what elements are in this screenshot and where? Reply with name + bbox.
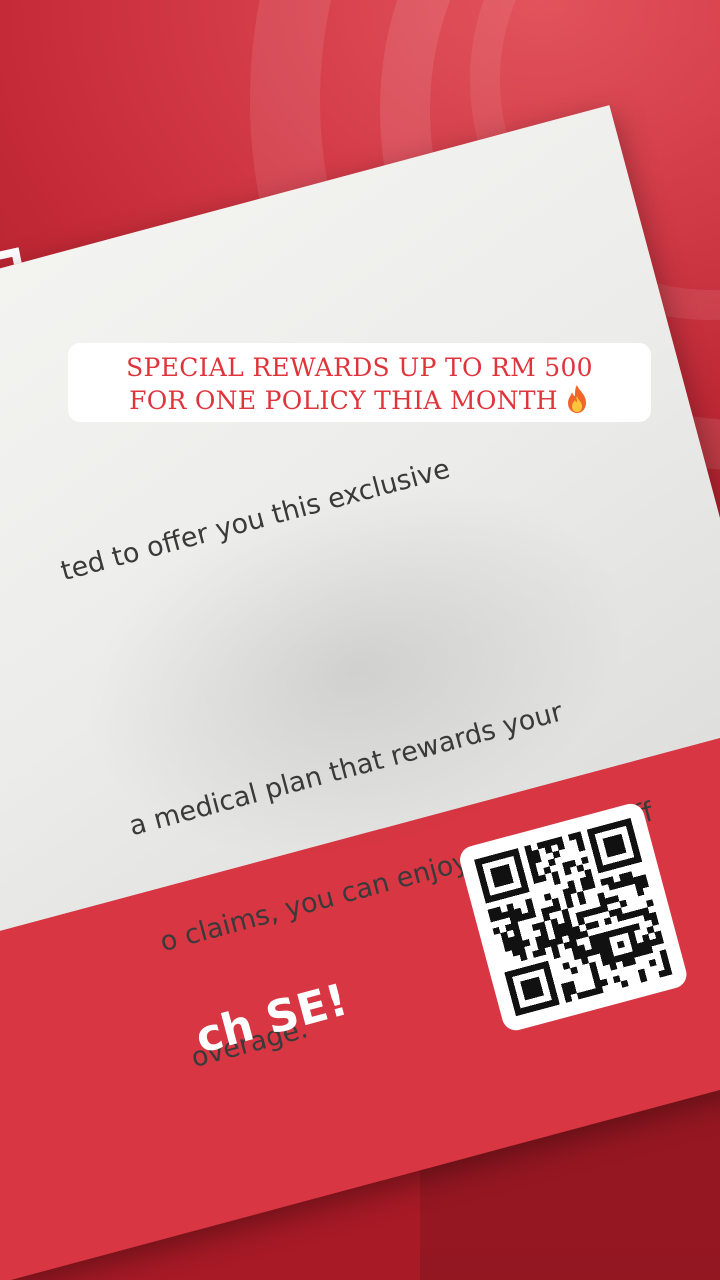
fire-icon (567, 385, 586, 413)
promo-banner-line1: SPECIAL REWARDS UP TO RM 500 (126, 353, 593, 382)
promo-banner-line2-text: FOR ONE POLICY THIA MONTH (129, 386, 558, 415)
promo-banner-line2: FOR ONE POLICY THIA MONTH (68, 384, 651, 417)
photo-scene: with day ted to offer you this exclusive… (0, 0, 720, 1280)
qr-code-icon (474, 817, 673, 1017)
flyer-body-text: ted to offer you this exclusive a medica… (36, 310, 720, 1217)
promo-banner: SPECIAL REWARDS UP TO RM 500 FOR ONE POL… (68, 343, 651, 422)
flyer-card: ted to offer you this exclusive a medica… (0, 105, 720, 1280)
